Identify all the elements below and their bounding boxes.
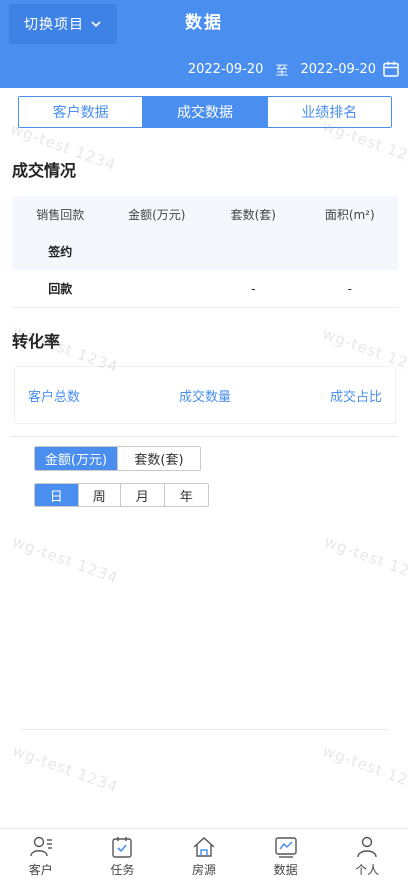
watermark: wg-test 1234	[322, 532, 408, 588]
tab-performance-ranking[interactable]: 业绩排名	[267, 97, 391, 127]
metric-toggle: 金额(万元) 套数(套)	[34, 446, 201, 471]
period-option-day[interactable]: 日	[35, 484, 79, 506]
table-cell: -	[347, 281, 352, 296]
nav-item-task[interactable]: 任务	[82, 829, 164, 883]
person-icon	[357, 836, 377, 858]
watermark: wg-test 1234	[10, 741, 121, 797]
row-label: 回款	[48, 282, 73, 296]
period-option-week[interactable]: 周	[78, 484, 122, 506]
conversion-section-title: 转化率	[12, 332, 61, 351]
nav-label: 房源	[191, 863, 216, 877]
chart-icon	[274, 837, 297, 858]
nav-label: 任务	[110, 863, 135, 877]
nav-item-data[interactable]: 数据	[245, 829, 327, 883]
watermark: wg-test 1234	[10, 532, 121, 588]
nav-label: 客户	[28, 863, 53, 877]
bottom-nav: 客户 任务 房源 数据 个人	[0, 828, 408, 883]
task-icon	[112, 837, 133, 858]
house-icon	[193, 837, 215, 857]
conversion-item-total-customers[interactable]: 客户总数	[28, 386, 80, 405]
column-header: 面积(m²)	[324, 207, 375, 222]
tab-customer-data[interactable]: 客户数据	[19, 97, 144, 127]
metric-option-amount[interactable]: 金额(万元)	[35, 447, 118, 470]
table-cell: -	[251, 281, 256, 296]
nav-item-house[interactable]: 房源	[163, 829, 245, 883]
conversion-item-deal-ratio[interactable]: 成交占比	[330, 386, 382, 405]
data-tabs: 客户数据 成交数据 业绩排名	[18, 96, 392, 128]
deal-table: 销售回款 金额(万元) 套数(套) 面积(m²) 签约 回款 - -	[12, 196, 398, 308]
nav-item-customer[interactable]: 客户	[0, 829, 82, 883]
column-header: 金额(万元)	[128, 207, 186, 222]
nav-label: 数据	[273, 863, 298, 877]
date-range[interactable]: 2022-09-20 至 2022-09-20	[188, 58, 400, 80]
watermark: wg-test 1234	[320, 741, 408, 797]
customer-icon	[30, 836, 52, 857]
tab-deal-data[interactable]: 成交数据	[143, 97, 268, 127]
table-row: 签约	[12, 232, 398, 270]
period-option-year[interactable]: 年	[164, 484, 208, 506]
column-header: 销售回款	[36, 207, 85, 222]
date-start[interactable]: 2022-09-20	[188, 62, 264, 77]
calendar-icon[interactable]	[382, 60, 400, 78]
date-end[interactable]: 2022-09-20	[300, 62, 376, 77]
nav-label: 个人	[355, 863, 380, 877]
conversion-box: 客户总数 成交数量 成交占比	[14, 366, 396, 424]
period-option-month[interactable]: 月	[121, 484, 165, 506]
table-header: 销售回款 金额(万元) 套数(套) 面积(m²)	[12, 196, 398, 232]
app-header: 切换项目 数据 2022-09-20 至 2022-09-20	[0, 0, 408, 88]
period-toggle: 日 周 月 年	[34, 483, 209, 507]
divider	[10, 436, 398, 437]
date-separator: 至	[275, 63, 289, 79]
conversion-item-deal-count[interactable]: 成交数量	[179, 386, 231, 405]
chart-baseline	[22, 729, 388, 730]
column-header: 套数(套)	[230, 207, 276, 222]
table-row: 回款 - -	[12, 270, 398, 308]
row-label: 签约	[48, 244, 73, 259]
metric-option-count[interactable]: 套数(套)	[118, 447, 200, 470]
nav-item-personal[interactable]: 个人	[326, 829, 408, 883]
page-title: 数据	[185, 13, 223, 33]
deal-section-title: 成交情况	[12, 161, 77, 180]
